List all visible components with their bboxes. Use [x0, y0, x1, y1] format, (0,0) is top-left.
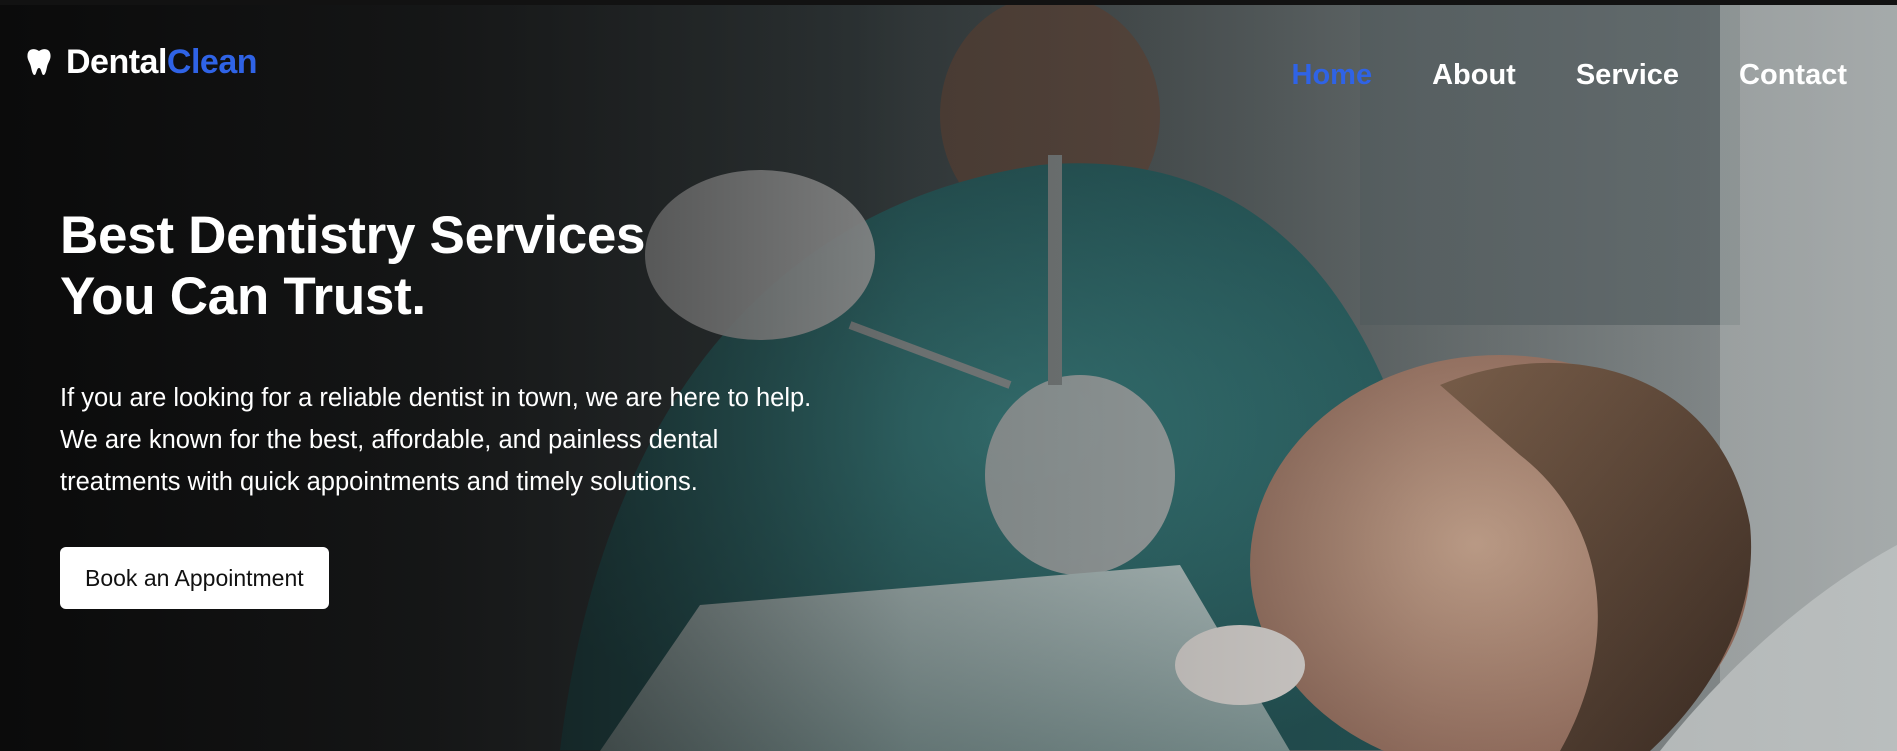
nav-about-link[interactable]: About [1432, 61, 1516, 90]
brand-name-part2: Clean [166, 43, 258, 81]
book-appointment-button[interactable]: Book an Appointment [60, 547, 329, 609]
brand-name-part1: Dental [66, 43, 167, 81]
hero-content: Best Dentistry Services You Can Trust. I… [60, 205, 820, 609]
nav-service-link[interactable]: Service [1576, 61, 1679, 90]
hero-title-line1: Best Dentistry Services [60, 206, 646, 265]
hero-section: DentalClean Home About Service Contact B… [0, 0, 1897, 751]
hero-description: If you are looking for a reliable dentis… [60, 384, 812, 496]
hero-title: Best Dentistry Services You Can Trust. [60, 205, 820, 327]
top-navigation: DentalClean Home About Service Contact [0, 5, 1897, 125]
hero-title-line2: You Can Trust. [60, 267, 426, 326]
nav-menu: Home About Service Contact [1292, 61, 1847, 90]
tooth-icon [27, 49, 51, 75]
nav-home-link[interactable]: Home [1292, 61, 1373, 90]
nav-contact-link[interactable]: Contact [1739, 61, 1847, 90]
brand-logo-link[interactable]: DentalClean [26, 43, 258, 81]
brand-name: DentalClean [66, 43, 258, 81]
